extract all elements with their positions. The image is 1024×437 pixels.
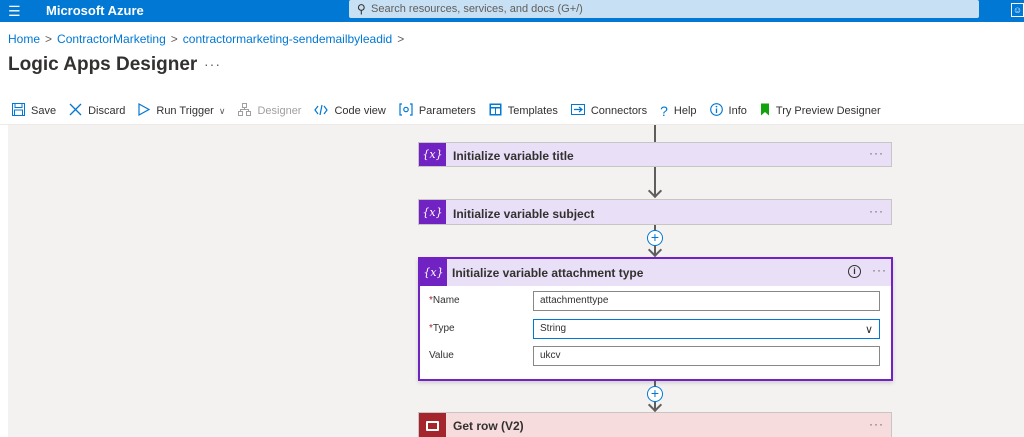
- breadcrumb: Home > ContractorMarketing > contractormarke…: [8, 31, 409, 47]
- try-preview-label: Try Preview Designer: [775, 105, 881, 117]
- step-title: Initialize variable attachment type: [452, 266, 644, 280]
- name-field[interactable]: attachmenttype: [533, 291, 880, 311]
- breadcrumb-separator: >: [45, 32, 53, 46]
- feedback-icon[interactable]: ☺: [1011, 3, 1024, 17]
- run-trigger-button[interactable]: Run Trigger ∨: [138, 102, 226, 119]
- name-field-label: *Name: [429, 295, 460, 306]
- top-bar: ☰ Microsoft Azure ⚲ Search resources, se…: [0, 0, 1024, 22]
- step-initialize-variable-subject[interactable]: {x} Initialize variable subject ···: [418, 199, 892, 225]
- try-preview-designer-button[interactable]: Try Preview Designer: [760, 103, 881, 119]
- info-icon[interactable]: i: [848, 265, 861, 278]
- templates-button[interactable]: Templates: [489, 103, 558, 119]
- save-icon: [12, 103, 25, 119]
- info-button[interactable]: Info: [709, 103, 747, 119]
- help-button[interactable]: ? Help: [660, 104, 696, 118]
- code-view-button[interactable]: Code view: [314, 104, 386, 119]
- value-field[interactable]: ukcv: [533, 346, 880, 366]
- type-field-label: *Type: [429, 323, 455, 334]
- templates-label: Templates: [507, 105, 558, 117]
- search-placeholder: Search resources, services, and docs (G+…: [371, 3, 583, 15]
- step-header[interactable]: {x} Initialize variable attachment type …: [420, 259, 891, 286]
- breadcrumb-home[interactable]: Home: [8, 32, 40, 46]
- info-icon: [709, 103, 723, 119]
- connectors-label: Connectors: [590, 105, 648, 117]
- search-input[interactable]: ⚲ Search resources, services, and docs (…: [349, 0, 979, 18]
- breadcrumb-logic-app[interactable]: contractormarketing-sendemailbyleadid: [183, 32, 392, 46]
- step-title: Initialize variable subject: [453, 207, 595, 221]
- code-view-label: Code view: [334, 105, 386, 117]
- variable-icon: {x}: [419, 143, 446, 166]
- breadcrumb-separator: >: [397, 32, 405, 46]
- breadcrumb-separator: >: [170, 32, 178, 46]
- chevron-down-icon: ∨: [218, 105, 226, 116]
- discard-button[interactable]: Discard: [69, 103, 125, 119]
- run-trigger-label: Run Trigger: [156, 105, 214, 117]
- page-title: Logic Apps Designer: [8, 54, 198, 75]
- bookmark-icon: [760, 103, 770, 119]
- step-title: Initialize variable title: [453, 149, 574, 163]
- templates-icon: [489, 103, 502, 119]
- designer-icon: [238, 103, 252, 119]
- step-more-button[interactable]: ···: [869, 204, 884, 218]
- step-more-button[interactable]: ···: [869, 146, 884, 160]
- connectors-button[interactable]: Connectors: [570, 103, 648, 119]
- step-initialize-variable-title[interactable]: {x} Initialize variable title ···: [418, 142, 892, 167]
- step-more-button[interactable]: ···: [869, 417, 884, 431]
- variable-icon: {x}: [419, 200, 446, 224]
- breadcrumb-contractormarketing[interactable]: ContractorMarketing: [57, 32, 166, 46]
- save-button[interactable]: Save: [12, 103, 56, 119]
- info-label: Info: [728, 105, 747, 117]
- designer-toolbar: Save Discard Run Trigger ∨ Designer Code…: [12, 101, 894, 121]
- code-icon: [314, 104, 329, 119]
- chevron-down-icon: ∨: [864, 324, 873, 336]
- help-icon: ?: [660, 103, 668, 119]
- hamburger-icon[interactable]: ☰: [8, 3, 21, 19]
- connectors-icon: [570, 103, 585, 119]
- type-select[interactable]: String ∨: [533, 319, 880, 339]
- brand-name[interactable]: Microsoft Azure: [46, 3, 144, 19]
- connector-line: [654, 125, 656, 142]
- value-field-label: Value: [429, 350, 454, 361]
- title-more-button[interactable]: ···: [204, 56, 221, 72]
- search-icon: ⚲: [357, 2, 366, 16]
- designer-button[interactable]: Designer: [238, 103, 301, 119]
- variable-icon: {x}: [420, 259, 447, 286]
- help-label: Help: [673, 105, 697, 117]
- parameters-icon: [399, 103, 413, 119]
- step-title: Get row (V2): [453, 419, 524, 433]
- discard-label: Discard: [88, 105, 126, 117]
- parameters-label: Parameters: [418, 105, 476, 117]
- designer-label: Designer: [257, 105, 302, 117]
- save-label: Save: [31, 105, 57, 117]
- close-icon: [69, 103, 82, 119]
- step-more-button[interactable]: ···: [872, 263, 887, 277]
- parameters-button[interactable]: Parameters: [399, 103, 476, 119]
- step-initialize-variable-attachment-type[interactable]: {x} Initialize variable attachment type …: [418, 257, 893, 381]
- play-icon: [138, 102, 151, 119]
- sql-server-icon: [419, 413, 446, 437]
- step-get-row-v2[interactable]: Get row (V2) ···: [418, 412, 892, 437]
